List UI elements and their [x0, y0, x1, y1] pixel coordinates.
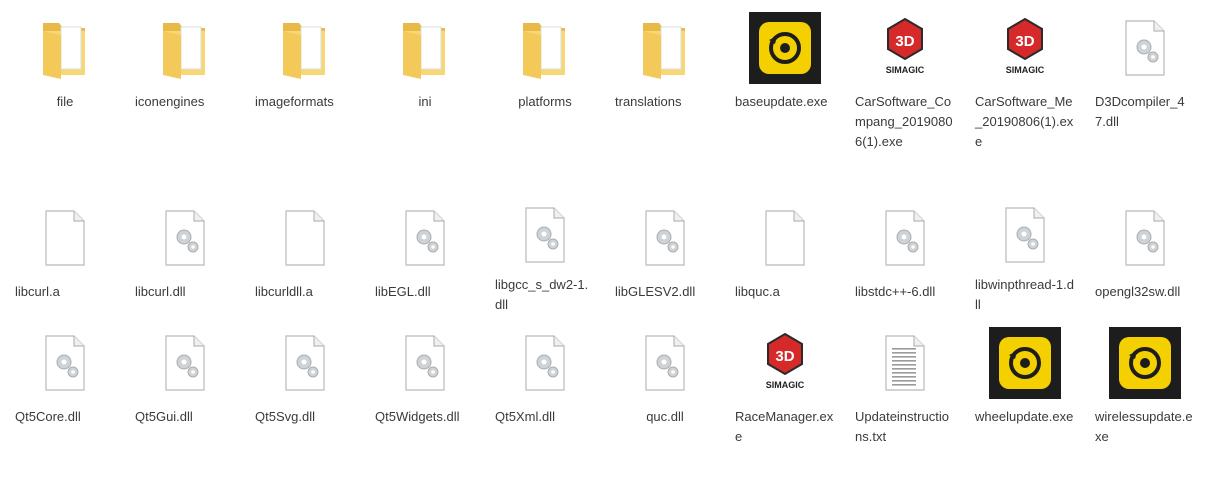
file-item[interactable]: Qt5Gui.dll: [126, 315, 244, 479]
file-name-label: Qt5Gui.dll: [135, 409, 193, 424]
file-item[interactable]: opengl32sw.dll: [1086, 190, 1204, 315]
folder-icon: [385, 10, 465, 86]
blank-file-icon: [25, 200, 105, 276]
file-name-label: libgcc_s_dw2-1.dll: [495, 277, 589, 312]
file-name-label: libstdc++-6.dll: [855, 284, 936, 299]
dll-file-icon: [145, 200, 225, 276]
file-item[interactable]: libquc.a: [726, 190, 844, 315]
file-item[interactable]: baseupdate.exe: [726, 0, 844, 190]
file-name-label: wirelessupdate.exe: [1095, 409, 1193, 444]
file-name-label: libquc.a: [735, 284, 780, 299]
file-item[interactable]: Qt5Xml.dll: [486, 315, 604, 479]
dll-file-icon: [625, 325, 705, 401]
file-item[interactable]: libcurldll.a: [246, 190, 364, 315]
file-name-label: libGLESV2.dll: [615, 284, 696, 299]
file-name-label: libcurl.a: [15, 284, 60, 299]
file-item[interactable]: imageformats: [246, 0, 364, 190]
dll-file-icon: [985, 200, 1065, 269]
dll-file-icon: [385, 325, 465, 401]
svg-text:3D: 3D: [1015, 33, 1034, 50]
file-name-label: imageformats: [255, 94, 334, 109]
file-name-label: quc.dll: [646, 409, 684, 424]
file-name-label: CarSoftware_Me_20190806(1).exe: [975, 94, 1074, 149]
file-item[interactable]: Qt5Core.dll: [6, 315, 124, 479]
file-name-label: file: [56, 94, 74, 109]
file-name-label: Qt5Svg.dll: [255, 409, 315, 424]
file-item[interactable]: 3D SIMAGIC RaceManager.exe: [726, 315, 844, 479]
file-item[interactable]: Qt5Svg.dll: [246, 315, 364, 479]
dll-file-icon: [1105, 10, 1185, 86]
svg-text:3D: 3D: [775, 348, 794, 365]
file-name-label: wheelupdate.exe: [975, 409, 1074, 424]
folder-icon: [25, 10, 105, 86]
file-name-label: Qt5Xml.dll: [495, 409, 555, 424]
yellow-app-icon: [1105, 325, 1185, 401]
file-item[interactable]: libwinpthread-1.dll: [966, 190, 1084, 315]
file-name-label: Updateinstructions.txt: [855, 409, 949, 444]
file-item[interactable]: quc.dll: [606, 315, 724, 479]
file-name-label: libEGL.dll: [375, 284, 431, 299]
yellow-app-icon: [745, 10, 825, 86]
file-item[interactable]: libGLESV2.dll: [606, 190, 724, 315]
dll-file-icon: [145, 325, 225, 401]
folder-icon: [625, 10, 705, 86]
file-name-label: D3Dcompiler_47.dll: [1095, 94, 1185, 129]
svg-text:3D: 3D: [895, 33, 914, 50]
file-item[interactable]: file: [6, 0, 124, 190]
file-item[interactable]: 3D SIMAGIC CarSoftware_Me_20190806(1).ex…: [966, 0, 1084, 190]
file-item[interactable]: 3D SIMAGIC CarSoftware_Compang_20190806(…: [846, 0, 964, 190]
blank-file-icon: [745, 200, 825, 276]
svg-text:SIMAGIC: SIMAGIC: [766, 380, 805, 390]
file-item[interactable]: wheelupdate.exe: [966, 315, 1084, 479]
file-item[interactable]: ini: [366, 0, 484, 190]
file-item[interactable]: translations: [606, 0, 724, 190]
file-item[interactable]: Updateinstructions.txt: [846, 315, 964, 479]
file-name-label: CarSoftware_Compang_20190806(1).exe: [855, 94, 953, 149]
blank-file-icon: [265, 200, 345, 276]
file-item[interactable]: Qt5Widgets.dll: [366, 315, 484, 479]
file-name-label: baseupdate.exe: [735, 94, 828, 109]
file-name-label: libcurldll.a: [255, 284, 313, 299]
dll-file-icon: [865, 200, 945, 276]
file-item[interactable]: libcurl.dll: [126, 190, 244, 315]
simagic-app-icon: 3D SIMAGIC: [865, 10, 945, 86]
file-name-label: RaceManager.exe: [735, 409, 834, 444]
file-item[interactable]: libstdc++-6.dll: [846, 190, 964, 315]
file-name-label: platforms: [518, 94, 572, 109]
file-name-label: Qt5Core.dll: [15, 409, 81, 424]
file-item[interactable]: platforms: [486, 0, 604, 190]
simagic-app-icon: 3D SIMAGIC: [985, 10, 1065, 86]
dll-file-icon: [505, 325, 585, 401]
dll-file-icon: [505, 200, 585, 269]
folder-icon: [505, 10, 585, 86]
file-item[interactable]: wirelessupdate.exe: [1086, 315, 1204, 479]
file-name-label: translations: [615, 94, 682, 109]
file-item[interactable]: libEGL.dll: [366, 190, 484, 315]
file-item[interactable]: D3Dcompiler_47.dll: [1086, 0, 1204, 190]
file-item[interactable]: libcurl.a: [6, 190, 124, 315]
svg-text:SIMAGIC: SIMAGIC: [886, 65, 925, 75]
svg-text:SIMAGIC: SIMAGIC: [1006, 65, 1045, 75]
simagic-app-icon: 3D SIMAGIC: [745, 325, 825, 401]
dll-file-icon: [625, 200, 705, 276]
file-name-label: libwinpthread-1.dll: [975, 277, 1075, 312]
dll-file-icon: [385, 200, 465, 276]
file-name-label: Qt5Widgets.dll: [375, 409, 460, 424]
file-item[interactable]: iconengines: [126, 0, 244, 190]
text-file-icon: [865, 325, 945, 401]
file-name-label: ini: [418, 94, 432, 109]
file-name-label: iconengines: [135, 94, 205, 109]
dll-file-icon: [265, 325, 345, 401]
dll-file-icon: [25, 325, 105, 401]
file-grid: file iconengines imageformats ini platfo…: [0, 0, 1217, 479]
dll-file-icon: [1105, 200, 1185, 276]
file-name-label: opengl32sw.dll: [1095, 284, 1181, 299]
file-name-label: libcurl.dll: [135, 284, 186, 299]
folder-icon: [265, 10, 345, 86]
yellow-app-icon: [985, 325, 1065, 401]
file-item[interactable]: libgcc_s_dw2-1.dll: [486, 190, 604, 315]
folder-icon: [145, 10, 225, 86]
